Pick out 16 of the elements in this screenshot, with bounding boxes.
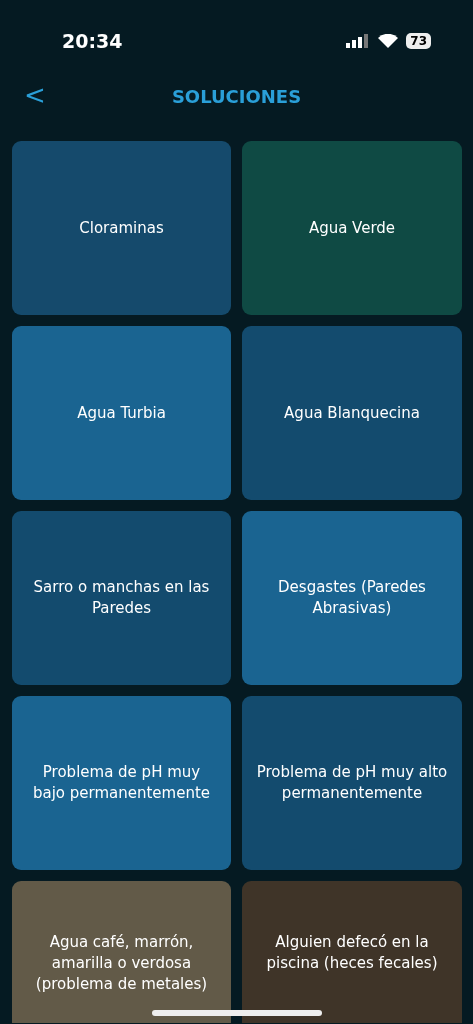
solution-tile[interactable]: Agua Verde [242, 141, 462, 315]
wifi-icon [378, 34, 399, 48]
solution-tile[interactable]: Sarro o manchas en las Paredes [12, 511, 231, 685]
solution-tile[interactable]: Problema de pH muy bajo permanentemente [12, 696, 231, 870]
solution-tile[interactable]: Desgastes (Paredes Abrasivas) [242, 511, 462, 685]
solution-tile[interactable]: Cloraminas [12, 141, 231, 315]
solution-tile[interactable]: Agua Turbia [12, 326, 231, 500]
solution-tile[interactable]: Agua café, marrón, amarilla o verdosa (problema de metales) [12, 881, 231, 1023]
solution-tile[interactable]: Alguien defecó en la piscina (heces fecales) [242, 881, 462, 1023]
back-button[interactable]: < [16, 81, 54, 108]
battery-level: 73 [406, 33, 431, 49]
solution-tile[interactable]: Agua Blanquecina [242, 326, 462, 500]
page-title: SOLUCIONES [171, 85, 302, 107]
solution-tile[interactable]: Problema de pH muy alto permanentemente [242, 696, 462, 870]
signal-icon [346, 34, 371, 48]
status-time: 20:34 [62, 28, 123, 54]
